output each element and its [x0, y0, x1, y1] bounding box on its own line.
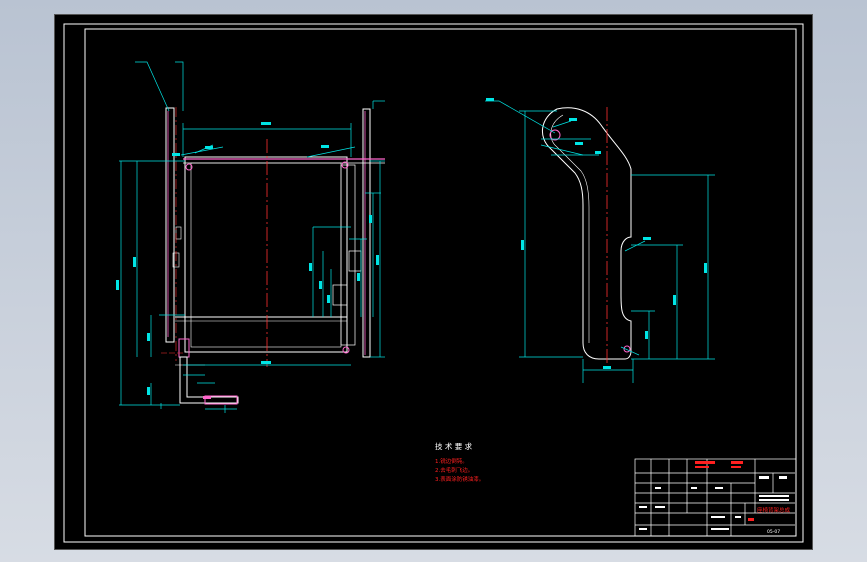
tech-requirement-1: 1.锐边倒钝。 — [435, 457, 468, 465]
side-view-dimensions — [485, 100, 715, 383]
left-rail — [165, 107, 175, 343]
front-view — [161, 107, 385, 405]
front-view-dimensions — [119, 61, 385, 413]
side-profile — [542, 107, 632, 360]
pivot-hole — [549, 129, 561, 141]
title-block — [634, 458, 797, 537]
title-block-marks — [639, 461, 789, 530]
drawing-number: 05-07 — [767, 529, 780, 535]
drawing-name: 座椅背架总成 — [757, 506, 791, 514]
cad-viewport[interactable]: 技 术 要 求 1.锐边倒钝。 2.去毛刺飞边。 3.表面涂防锈油漆。 座椅背架… — [55, 15, 812, 549]
front-view-dim-marks — [116, 122, 379, 399]
tech-requirements-title: 技 术 要 求 — [435, 441, 473, 451]
tech-requirement-3: 3.表面涂防锈油漆。 — [435, 475, 484, 483]
tech-requirement-2: 2.去毛刺飞边。 — [435, 466, 473, 474]
side-view — [542, 107, 632, 367]
side-view-dim-marks — [486, 98, 707, 369]
right-rail — [362, 108, 371, 358]
sheet-outer-border — [63, 23, 804, 543]
cad-drawing: 技 术 要 求 1.锐边倒钝。 2.去毛刺飞边。 3.表面涂防锈油漆。 座椅背架… — [63, 23, 804, 543]
